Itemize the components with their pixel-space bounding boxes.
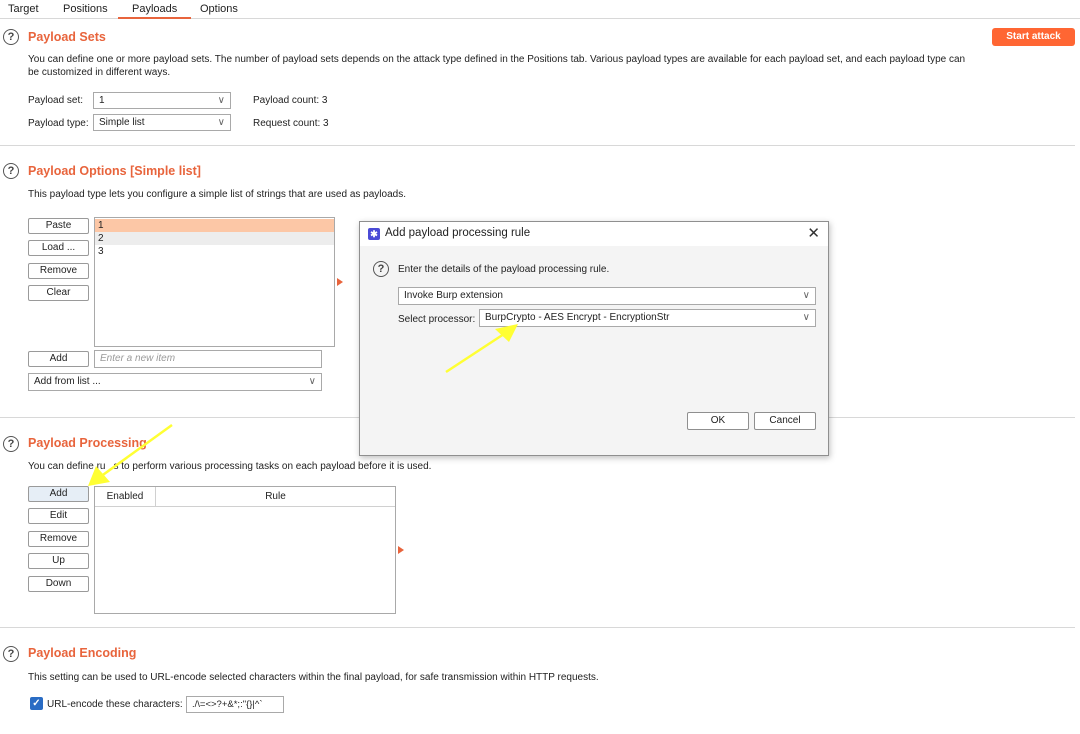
url-encode-characters-input[interactable]: ./\=<>?+&*;:"{}|^` xyxy=(186,696,284,713)
payload-encoding-title: Payload Encoding xyxy=(28,646,137,660)
list-item[interactable]: 3 xyxy=(95,245,334,258)
add-payload-processing-rule-dialog: ✱ Add payload processing rule ✕ ? Enter … xyxy=(359,221,829,456)
processor-label: Select processor: xyxy=(398,314,476,325)
chevron-down-icon: ∨ xyxy=(802,290,810,301)
payload-sets-description-line1: You can define one or more payload sets.… xyxy=(28,54,966,65)
payload-type-value: Simple list xyxy=(99,117,145,128)
payload-count: Payload count: 3 xyxy=(253,95,328,106)
processor-value: BurpCrypto - AES Encrypt - EncryptionStr xyxy=(485,312,670,323)
rules-table[interactable]: Enabled Rule xyxy=(94,486,396,614)
dialog-title: Add payload processing rule xyxy=(385,227,531,239)
payload-options-description: This payload type lets you configure a s… xyxy=(28,189,406,200)
add-from-list-select[interactable]: Add from list ... ∨ xyxy=(28,373,322,391)
down-rule-button[interactable]: Down xyxy=(28,576,89,592)
payload-processing-description-end: s to perform various processing tasks on… xyxy=(113,461,432,472)
help-icon[interactable]: ? xyxy=(3,646,19,662)
start-attack-button[interactable]: Start attack xyxy=(992,28,1075,46)
dialog-instruction: Enter the details of the payload process… xyxy=(398,264,610,275)
clear-button[interactable]: Clear xyxy=(28,285,89,301)
annotation-arrow-add xyxy=(88,423,173,486)
add-rule-button[interactable]: Add xyxy=(28,486,89,502)
close-icon[interactable]: ✕ xyxy=(807,224,820,242)
section-divider xyxy=(0,145,1075,146)
payload-processing-title: Payload Processing xyxy=(28,436,147,450)
paste-button[interactable]: Paste xyxy=(28,218,89,234)
triangle-right-icon[interactable] xyxy=(337,278,343,286)
chevron-down-icon: ∨ xyxy=(217,117,225,128)
tab-target[interactable]: Target xyxy=(8,3,39,15)
payload-encoding-description: This setting can be used to URL-encode s… xyxy=(28,672,599,683)
help-icon[interactable]: ? xyxy=(373,261,389,277)
payload-processing-description: You can define ru s to perform various pr… xyxy=(28,460,431,473)
remove-rule-button[interactable]: Remove xyxy=(28,531,89,547)
tab-bar: Target Positions Payloads Options xyxy=(0,0,1080,19)
payload-type-select[interactable]: Simple list ∨ xyxy=(93,114,231,131)
payload-type-label: Payload type: xyxy=(28,118,89,129)
cancel-button[interactable]: Cancel xyxy=(754,412,816,430)
triangle-right-icon[interactable] xyxy=(398,546,404,554)
tab-positions[interactable]: Positions xyxy=(63,3,108,15)
ok-button[interactable]: OK xyxy=(687,412,749,430)
section-divider xyxy=(0,627,1075,628)
payload-list[interactable]: 1 2 3 xyxy=(94,217,335,347)
payload-sets-title: Payload Sets xyxy=(28,30,106,44)
new-item-input[interactable]: Enter a new item xyxy=(94,350,322,368)
add-item-button[interactable]: Add xyxy=(28,351,89,367)
payload-set-select[interactable]: 1 ∨ xyxy=(93,92,231,109)
rule-type-value: Invoke Burp extension xyxy=(404,290,503,301)
tab-payloads[interactable]: Payloads xyxy=(118,0,192,19)
chevron-down-icon: ∨ xyxy=(217,95,225,106)
column-header-enabled[interactable]: Enabled xyxy=(95,487,156,507)
request-count: Request count: 3 xyxy=(253,118,329,129)
payload-set-label: Payload set: xyxy=(28,95,84,106)
help-icon[interactable]: ? xyxy=(3,436,19,452)
rule-type-select[interactable]: Invoke Burp extension ∨ xyxy=(398,287,816,305)
dialog-titlebar: ✱ Add payload processing rule ✕ xyxy=(360,222,828,246)
new-item-placeholder: Enter a new item xyxy=(100,353,176,364)
payload-set-value: 1 xyxy=(99,95,105,106)
add-from-list-value: Add from list ... xyxy=(34,376,101,387)
load-button[interactable]: Load ... xyxy=(28,240,89,256)
rules-table-header: Enabled Rule xyxy=(95,487,395,507)
checkmark-icon[interactable]: ✓ xyxy=(30,697,43,710)
list-item[interactable]: 1 xyxy=(95,219,334,232)
payload-processing-description-start: You can define ru xyxy=(28,461,106,472)
help-icon[interactable]: ? xyxy=(3,163,19,179)
burp-logo-icon: ✱ xyxy=(368,228,380,240)
payload-sets-description-line2: be customized in different ways. xyxy=(28,67,171,78)
payload-options-title: Payload Options [Simple list] xyxy=(28,164,201,178)
help-icon[interactable]: ? xyxy=(3,29,19,45)
tab-options[interactable]: Options xyxy=(200,3,238,15)
list-item[interactable]: 2 xyxy=(95,232,334,245)
remove-button[interactable]: Remove xyxy=(28,263,89,279)
up-rule-button[interactable]: Up xyxy=(28,553,89,569)
edit-rule-button[interactable]: Edit xyxy=(28,508,89,524)
processor-select[interactable]: BurpCrypto - AES Encrypt - EncryptionStr… xyxy=(479,309,816,327)
payload-sets-description: You can define one or more payload sets.… xyxy=(28,53,988,79)
chevron-down-icon: ∨ xyxy=(802,312,810,323)
column-header-rule[interactable]: Rule xyxy=(156,487,395,507)
url-encode-label: URL-encode these characters: xyxy=(47,699,183,710)
chevron-down-icon: ∨ xyxy=(308,376,316,387)
